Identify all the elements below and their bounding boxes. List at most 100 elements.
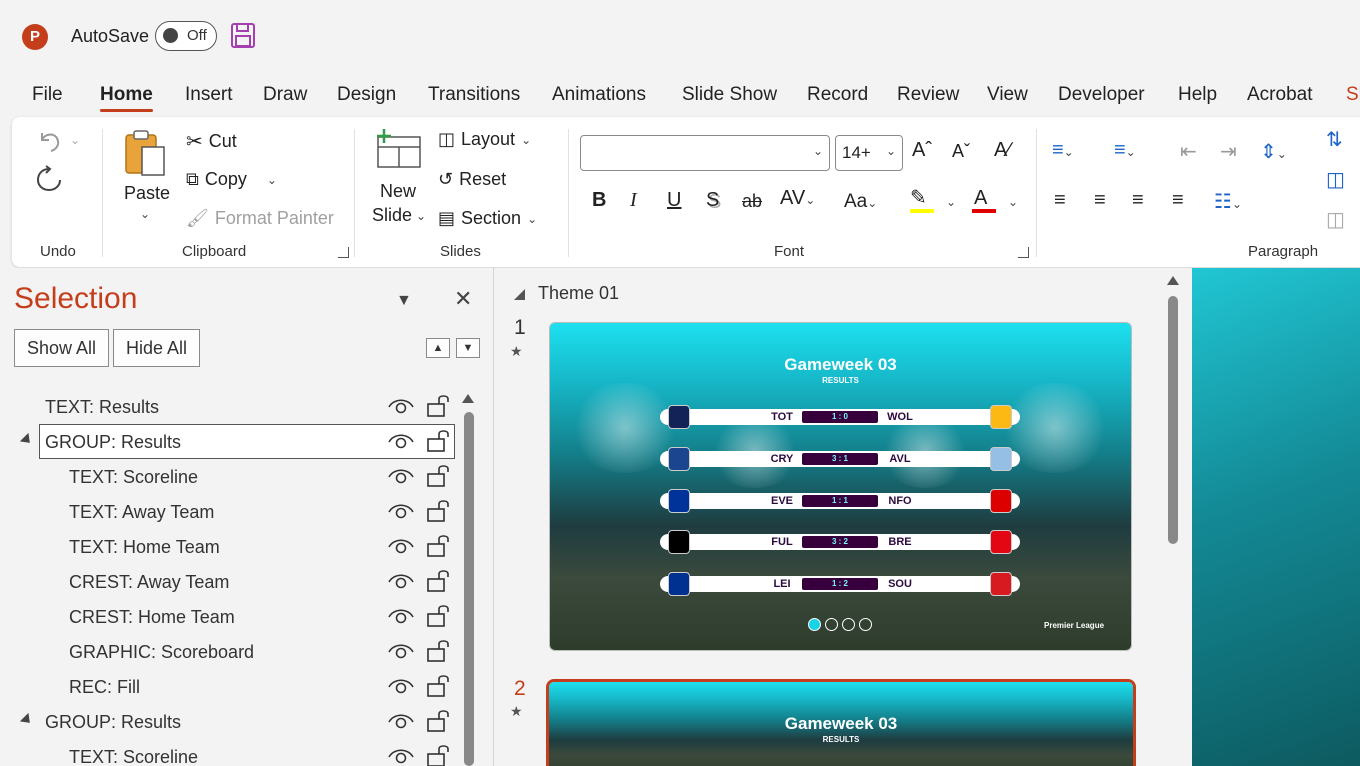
expand-group-icon[interactable] bbox=[19, 712, 35, 728]
font-name-combobox[interactable]: ⌄ bbox=[580, 135, 830, 171]
tab-animations[interactable]: Animations bbox=[552, 84, 646, 106]
bold-icon[interactable]: B bbox=[592, 189, 606, 212]
visibility-eye-icon[interactable] bbox=[388, 607, 414, 625]
align-text-icon[interactable]: ◫ bbox=[1326, 167, 1345, 192]
selection-item[interactable]: TEXT: Home Team bbox=[0, 529, 455, 564]
selection-item[interactable]: REC: Fill bbox=[0, 669, 455, 704]
convert-smartart-icon[interactable]: ◫ bbox=[1326, 207, 1345, 232]
unlocked-padlock-icon[interactable] bbox=[427, 603, 449, 627]
justify-icon[interactable]: ≡ bbox=[1172, 189, 1184, 212]
floppy-disk-icon[interactable] bbox=[231, 23, 255, 48]
selection-item[interactable]: CREST: Home Team bbox=[0, 599, 455, 634]
section-collapse-icon[interactable] bbox=[514, 289, 525, 300]
font-color-dropdown-chevron-icon[interactable]: ⌄ bbox=[1008, 195, 1018, 209]
close-icon[interactable]: ✕ bbox=[454, 286, 472, 312]
cut-button[interactable]: ✂ Cut bbox=[186, 129, 237, 154]
increase-font-size-icon[interactable]: Aˆ bbox=[912, 139, 932, 162]
tab-shape-format[interactable]: Sh bbox=[1346, 84, 1360, 106]
tab-acrobat[interactable]: Acrobat bbox=[1247, 84, 1312, 106]
selection-item[interactable]: TEXT: Scoreline bbox=[0, 739, 455, 766]
text-shadow-icon[interactable]: S bbox=[706, 189, 719, 212]
highlight-color-icon[interactable]: ✎ bbox=[910, 185, 927, 210]
columns-icon[interactable]: ☷⌄ bbox=[1214, 189, 1242, 214]
expand-group-icon[interactable] bbox=[19, 432, 35, 448]
send-backward-icon[interactable]: ▼ bbox=[456, 338, 480, 358]
highlight-dropdown-chevron-icon[interactable]: ⌄ bbox=[946, 195, 956, 209]
unlocked-padlock-icon[interactable] bbox=[427, 743, 449, 766]
tab-draw[interactable]: Draw bbox=[263, 84, 307, 106]
tab-insert[interactable]: Insert bbox=[185, 84, 233, 106]
unlocked-padlock-icon[interactable] bbox=[427, 568, 449, 592]
tab-help[interactable]: Help bbox=[1178, 84, 1217, 106]
new-slide-button[interactable]: New Slide ⌄ bbox=[372, 129, 432, 229]
unlocked-padlock-icon[interactable] bbox=[427, 393, 449, 417]
selection-item[interactable]: TEXT: Away Team bbox=[0, 494, 455, 529]
visibility-eye-icon[interactable] bbox=[388, 537, 414, 555]
section-button[interactable]: ▤ Section ⌄ bbox=[438, 208, 537, 229]
numbering-icon[interactable]: ≡⌄ bbox=[1114, 139, 1136, 162]
slides-scrollbar[interactable] bbox=[1166, 272, 1180, 766]
unlocked-padlock-icon[interactable] bbox=[427, 533, 449, 557]
decrease-indent-icon[interactable]: ⇤ bbox=[1180, 139, 1197, 164]
show-all-button[interactable]: Show All bbox=[14, 329, 110, 367]
selection-item[interactable]: GROUP: Results bbox=[0, 424, 455, 459]
unlocked-padlock-icon[interactable] bbox=[427, 708, 449, 732]
selection-item[interactable]: GRAPHIC: Scoreboard bbox=[0, 634, 455, 669]
unlocked-padlock-icon[interactable] bbox=[427, 428, 449, 452]
slide-thumbnail-2[interactable]: Gameweek 03 RESULTS bbox=[546, 679, 1136, 766]
paste-button[interactable]: Paste ⌄ bbox=[120, 129, 170, 229]
tab-design[interactable]: Design bbox=[337, 84, 396, 106]
italic-icon[interactable]: I bbox=[630, 189, 637, 212]
copy-button[interactable]: ⧉ Copy ⌄ bbox=[186, 169, 277, 190]
bring-forward-icon[interactable]: ▲ bbox=[426, 338, 450, 358]
increase-indent-icon[interactable]: ⇥ bbox=[1220, 139, 1237, 164]
bullets-icon[interactable]: ≡⌄ bbox=[1052, 139, 1074, 162]
scrollbar-thumb[interactable] bbox=[1168, 296, 1178, 544]
selection-scrollbar[interactable] bbox=[462, 390, 474, 766]
tab-file[interactable]: File bbox=[32, 84, 63, 106]
character-spacing-icon[interactable]: AV⌄ bbox=[780, 187, 815, 210]
section-title[interactable]: Theme 01 bbox=[538, 283, 619, 304]
change-case-icon[interactable]: Aa⌄ bbox=[844, 191, 877, 213]
autosave-toggle[interactable]: Off bbox=[155, 21, 217, 51]
clear-formatting-icon[interactable]: A∕ bbox=[994, 139, 1011, 162]
visibility-eye-icon[interactable] bbox=[388, 747, 414, 765]
visibility-eye-icon[interactable] bbox=[388, 432, 414, 450]
align-left-icon[interactable]: ≡ bbox=[1054, 189, 1066, 212]
hide-all-button[interactable]: Hide All bbox=[113, 329, 201, 367]
tab-transitions[interactable]: Transitions bbox=[428, 84, 520, 106]
scrollbar-thumb[interactable] bbox=[464, 412, 474, 766]
redo-icon[interactable] bbox=[36, 165, 62, 193]
reset-button[interactable]: ↺ Reset bbox=[438, 169, 506, 190]
selection-item[interactable]: CREST: Away Team bbox=[0, 564, 455, 599]
underline-icon[interactable]: U bbox=[667, 189, 681, 212]
align-center-icon[interactable]: ≡ bbox=[1094, 189, 1106, 212]
slide-edit-canvas[interactable] bbox=[1192, 268, 1360, 766]
tab-view[interactable]: View bbox=[987, 84, 1028, 106]
unlocked-padlock-icon[interactable] bbox=[427, 498, 449, 522]
font-color-icon[interactable]: A bbox=[974, 187, 987, 210]
unlocked-padlock-icon[interactable] bbox=[427, 673, 449, 697]
pane-options-chevron-icon[interactable]: ▼ bbox=[396, 292, 412, 310]
unlocked-padlock-icon[interactable] bbox=[427, 463, 449, 487]
undo-dropdown-chevron-icon[interactable]: ⌄ bbox=[70, 133, 80, 147]
visibility-eye-icon[interactable] bbox=[388, 572, 414, 590]
layout-button[interactable]: ◫ Layout ⌄ bbox=[438, 129, 531, 150]
tab-home[interactable]: Home bbox=[100, 84, 153, 112]
tab-developer[interactable]: Developer bbox=[1058, 84, 1145, 106]
align-right-icon[interactable]: ≡ bbox=[1132, 189, 1144, 212]
visibility-eye-icon[interactable] bbox=[388, 642, 414, 660]
text-direction-icon[interactable]: ⇅ bbox=[1326, 127, 1343, 152]
undo-icon[interactable] bbox=[36, 127, 62, 153]
scroll-up-arrow-icon[interactable] bbox=[1167, 276, 1179, 285]
selection-item[interactable]: GROUP: Results bbox=[0, 704, 455, 739]
scroll-up-arrow-icon[interactable] bbox=[462, 394, 474, 403]
strikethrough-icon[interactable]: ab bbox=[742, 191, 762, 212]
selection-item[interactable]: TEXT: Scoreline bbox=[0, 459, 455, 494]
tab-slide-show[interactable]: Slide Show bbox=[682, 84, 777, 106]
visibility-eye-icon[interactable] bbox=[388, 712, 414, 730]
visibility-eye-icon[interactable] bbox=[388, 677, 414, 695]
visibility-eye-icon[interactable] bbox=[388, 397, 414, 415]
tab-record[interactable]: Record bbox=[807, 84, 868, 106]
clipboard-dialog-launcher-icon[interactable] bbox=[338, 247, 349, 258]
